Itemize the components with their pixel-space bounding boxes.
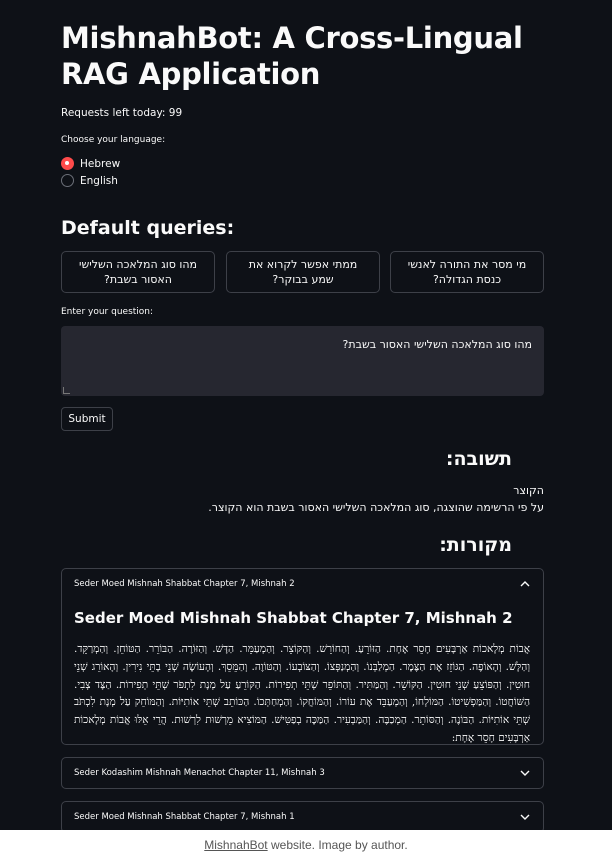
sources-heading: מקורות: — [439, 534, 512, 556]
app-window: MishnahBot: A Cross-Lingual RAG Applicat… — [0, 0, 612, 830]
language-label: Choose your language: — [61, 135, 166, 145]
default-query-button-2[interactable]: ממתי אפשר לקרוא את שמע בבוקר? — [226, 251, 380, 293]
source-expander-3[interactable]: Seder Moed Mishnah Shabbat Chapter 7, Mi… — [61, 801, 544, 830]
source-expander-2-label: Seder Kodashim Mishnah Menachot Chapter … — [74, 768, 325, 778]
radio-unchecked-icon — [61, 174, 74, 187]
default-query-button-3[interactable]: מי מסר את התורה לאנשי כנסת הגדולה? — [390, 251, 544, 293]
source-expander-1-header[interactable]: Seder Moed Mishnah Shabbat Chapter 7, Mi… — [62, 569, 543, 599]
default-queries-heading: Default queries: — [61, 217, 235, 239]
radio-option-english[interactable]: English — [61, 174, 118, 187]
source-expander-3-header[interactable]: Seder Moed Mishnah Shabbat Chapter 7, Mi… — [62, 802, 543, 830]
source-expander-1: Seder Moed Mishnah Shabbat Chapter 7, Mi… — [61, 568, 544, 745]
source-expander-2[interactable]: Seder Kodashim Mishnah Menachot Chapter … — [61, 757, 544, 789]
requests-left-text: Requests left today: 99 — [61, 107, 183, 119]
image-caption: MishnahBot website. Image by author. — [0, 838, 612, 852]
source-expander-1-text: אֲבוֹת מְלָאכוֹת אַרְבָּעִים חָסֵר אֶחָת… — [74, 643, 530, 744]
chevron-down-icon — [519, 767, 531, 779]
question-label: Enter your question: — [61, 307, 154, 317]
default-query-button-1[interactable]: מהו סוג המלאכה השלישי האסור בשבת? — [61, 251, 215, 293]
radio-label-english: English — [80, 174, 118, 187]
submit-button[interactable]: Submit — [61, 407, 113, 431]
radio-label-hebrew: Hebrew — [80, 157, 121, 170]
caption-text: website. Image by author. — [267, 838, 408, 852]
source-expander-3-label: Seder Moed Mishnah Shabbat Chapter 7, Mi… — [74, 812, 295, 822]
source-expander-2-header[interactable]: Seder Kodashim Mishnah Menachot Chapter … — [62, 758, 543, 788]
question-input[interactable]: מהו סוג המלאכה השלישי האסור בשבת? — [61, 326, 544, 396]
chevron-down-icon — [519, 811, 531, 823]
answer-heading: תשובה: — [445, 448, 512, 470]
caption-link[interactable]: MishnahBot — [204, 838, 267, 852]
radio-option-hebrew[interactable]: Hebrew — [61, 157, 120, 170]
resize-handle-icon[interactable] — [63, 387, 70, 394]
chevron-up-icon — [519, 578, 531, 590]
radio-checked-icon — [61, 157, 74, 170]
answer-short: הקוצר — [513, 484, 544, 497]
answer-full: על פי הרשימה שהוצגה, סוג המלאכה השלישי ה… — [208, 501, 544, 514]
source-expander-1-title: Seder Moed Mishnah Shabbat Chapter 7, Mi… — [74, 609, 513, 627]
question-input-value: מהו סוג המלאכה השלישי האסור בשבת? — [342, 338, 532, 351]
page-title: MishnahBot: A Cross-Lingual RAG Applicat… — [61, 21, 523, 91]
source-expander-1-label: Seder Moed Mishnah Shabbat Chapter 7, Mi… — [74, 579, 295, 589]
